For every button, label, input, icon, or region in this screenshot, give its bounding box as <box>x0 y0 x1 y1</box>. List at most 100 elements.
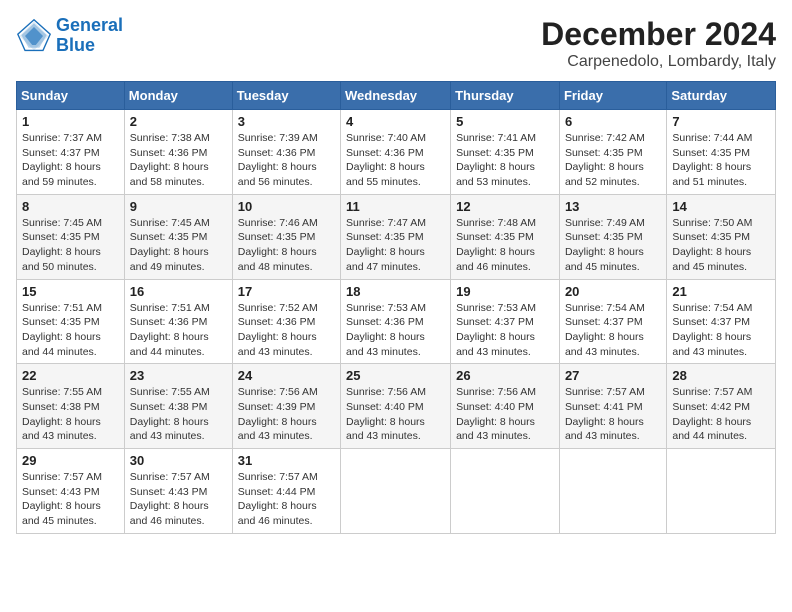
day-detail: Sunrise: 7:57 AMSunset: 4:43 PMDaylight:… <box>130 470 227 529</box>
month-title: December 2024 <box>541 16 776 53</box>
calendar-cell: 8 Sunrise: 7:45 AMSunset: 4:35 PMDayligh… <box>17 194 125 279</box>
title-area: December 2024 Carpenedolo, Lombardy, Ita… <box>541 16 776 71</box>
day-number: 24 <box>238 368 335 383</box>
day-number: 23 <box>130 368 227 383</box>
calendar-cell <box>341 449 451 534</box>
calendar-header-row: SundayMondayTuesdayWednesdayThursdayFrid… <box>17 82 776 110</box>
calendar-cell: 19 Sunrise: 7:53 AMSunset: 4:37 PMDaylig… <box>451 279 560 364</box>
calendar-cell: 1 Sunrise: 7:37 AMSunset: 4:37 PMDayligh… <box>17 110 125 195</box>
day-number: 20 <box>565 284 661 299</box>
day-number: 25 <box>346 368 445 383</box>
header: General Blue December 2024 Carpenedolo, … <box>16 16 776 71</box>
day-detail: Sunrise: 7:55 AMSunset: 4:38 PMDaylight:… <box>130 385 227 444</box>
calendar-cell: 24 Sunrise: 7:56 AMSunset: 4:39 PMDaylig… <box>232 364 340 449</box>
calendar-cell: 10 Sunrise: 7:46 AMSunset: 4:35 PMDaylig… <box>232 194 340 279</box>
calendar-cell: 21 Sunrise: 7:54 AMSunset: 4:37 PMDaylig… <box>667 279 776 364</box>
day-number: 11 <box>346 199 445 214</box>
day-detail: Sunrise: 7:57 AMSunset: 4:44 PMDaylight:… <box>238 470 335 529</box>
calendar-week-row: 1 Sunrise: 7:37 AMSunset: 4:37 PMDayligh… <box>17 110 776 195</box>
day-number: 3 <box>238 114 335 129</box>
day-number: 4 <box>346 114 445 129</box>
day-number: 30 <box>130 453 227 468</box>
day-detail: Sunrise: 7:54 AMSunset: 4:37 PMDaylight:… <box>565 301 661 360</box>
weekday-header: Friday <box>559 82 666 110</box>
day-detail: Sunrise: 7:50 AMSunset: 4:35 PMDaylight:… <box>672 216 770 275</box>
day-number: 7 <box>672 114 770 129</box>
day-detail: Sunrise: 7:51 AMSunset: 4:35 PMDaylight:… <box>22 301 119 360</box>
day-detail: Sunrise: 7:53 AMSunset: 4:36 PMDaylight:… <box>346 301 445 360</box>
calendar-cell: 25 Sunrise: 7:56 AMSunset: 4:40 PMDaylig… <box>341 364 451 449</box>
day-number: 18 <box>346 284 445 299</box>
day-number: 6 <box>565 114 661 129</box>
calendar-cell: 22 Sunrise: 7:55 AMSunset: 4:38 PMDaylig… <box>17 364 125 449</box>
calendar-week-row: 29 Sunrise: 7:57 AMSunset: 4:43 PMDaylig… <box>17 449 776 534</box>
day-number: 22 <box>22 368 119 383</box>
day-number: 16 <box>130 284 227 299</box>
day-detail: Sunrise: 7:57 AMSunset: 4:42 PMDaylight:… <box>672 385 770 444</box>
calendar-cell: 23 Sunrise: 7:55 AMSunset: 4:38 PMDaylig… <box>124 364 232 449</box>
day-number: 29 <box>22 453 119 468</box>
calendar-cell: 15 Sunrise: 7:51 AMSunset: 4:35 PMDaylig… <box>17 279 125 364</box>
calendar-cell: 6 Sunrise: 7:42 AMSunset: 4:35 PMDayligh… <box>559 110 666 195</box>
day-number: 26 <box>456 368 554 383</box>
weekday-header: Monday <box>124 82 232 110</box>
day-number: 21 <box>672 284 770 299</box>
calendar-body: 1 Sunrise: 7:37 AMSunset: 4:37 PMDayligh… <box>17 110 776 534</box>
day-detail: Sunrise: 7:39 AMSunset: 4:36 PMDaylight:… <box>238 131 335 190</box>
calendar-cell: 7 Sunrise: 7:44 AMSunset: 4:35 PMDayligh… <box>667 110 776 195</box>
day-number: 1 <box>22 114 119 129</box>
day-detail: Sunrise: 7:42 AMSunset: 4:35 PMDaylight:… <box>565 131 661 190</box>
day-detail: Sunrise: 7:49 AMSunset: 4:35 PMDaylight:… <box>565 216 661 275</box>
day-number: 27 <box>565 368 661 383</box>
calendar-cell <box>559 449 666 534</box>
day-detail: Sunrise: 7:46 AMSunset: 4:35 PMDaylight:… <box>238 216 335 275</box>
day-number: 15 <box>22 284 119 299</box>
calendar-cell: 29 Sunrise: 7:57 AMSunset: 4:43 PMDaylig… <box>17 449 125 534</box>
location-title: Carpenedolo, Lombardy, Italy <box>541 53 776 71</box>
calendar-cell <box>667 449 776 534</box>
weekday-header: Saturday <box>667 82 776 110</box>
logo-icon <box>16 18 52 54</box>
calendar-cell: 12 Sunrise: 7:48 AMSunset: 4:35 PMDaylig… <box>451 194 560 279</box>
calendar-cell: 2 Sunrise: 7:38 AMSunset: 4:36 PMDayligh… <box>124 110 232 195</box>
day-detail: Sunrise: 7:45 AMSunset: 4:35 PMDaylight:… <box>130 216 227 275</box>
day-detail: Sunrise: 7:53 AMSunset: 4:37 PMDaylight:… <box>456 301 554 360</box>
day-detail: Sunrise: 7:41 AMSunset: 4:35 PMDaylight:… <box>456 131 554 190</box>
day-number: 28 <box>672 368 770 383</box>
calendar-cell: 18 Sunrise: 7:53 AMSunset: 4:36 PMDaylig… <box>341 279 451 364</box>
calendar-table: SundayMondayTuesdayWednesdayThursdayFrid… <box>16 81 776 534</box>
day-detail: Sunrise: 7:56 AMSunset: 4:39 PMDaylight:… <box>238 385 335 444</box>
calendar-week-row: 8 Sunrise: 7:45 AMSunset: 4:35 PMDayligh… <box>17 194 776 279</box>
calendar-cell: 5 Sunrise: 7:41 AMSunset: 4:35 PMDayligh… <box>451 110 560 195</box>
calendar-cell: 13 Sunrise: 7:49 AMSunset: 4:35 PMDaylig… <box>559 194 666 279</box>
calendar-cell: 14 Sunrise: 7:50 AMSunset: 4:35 PMDaylig… <box>667 194 776 279</box>
logo-text: General Blue <box>56 16 123 56</box>
calendar-cell: 11 Sunrise: 7:47 AMSunset: 4:35 PMDaylig… <box>341 194 451 279</box>
day-number: 2 <box>130 114 227 129</box>
day-number: 10 <box>238 199 335 214</box>
day-detail: Sunrise: 7:47 AMSunset: 4:35 PMDaylight:… <box>346 216 445 275</box>
day-detail: Sunrise: 7:44 AMSunset: 4:35 PMDaylight:… <box>672 131 770 190</box>
weekday-header: Thursday <box>451 82 560 110</box>
calendar-cell: 20 Sunrise: 7:54 AMSunset: 4:37 PMDaylig… <box>559 279 666 364</box>
day-number: 9 <box>130 199 227 214</box>
day-detail: Sunrise: 7:37 AMSunset: 4:37 PMDaylight:… <box>22 131 119 190</box>
calendar-cell: 27 Sunrise: 7:57 AMSunset: 4:41 PMDaylig… <box>559 364 666 449</box>
logo: General Blue <box>16 16 123 56</box>
day-number: 14 <box>672 199 770 214</box>
calendar-cell: 4 Sunrise: 7:40 AMSunset: 4:36 PMDayligh… <box>341 110 451 195</box>
calendar-cell: 17 Sunrise: 7:52 AMSunset: 4:36 PMDaylig… <box>232 279 340 364</box>
day-detail: Sunrise: 7:57 AMSunset: 4:41 PMDaylight:… <box>565 385 661 444</box>
day-number: 19 <box>456 284 554 299</box>
day-number: 12 <box>456 199 554 214</box>
weekday-header: Tuesday <box>232 82 340 110</box>
calendar-cell: 9 Sunrise: 7:45 AMSunset: 4:35 PMDayligh… <box>124 194 232 279</box>
weekday-header: Wednesday <box>341 82 451 110</box>
calendar-cell: 3 Sunrise: 7:39 AMSunset: 4:36 PMDayligh… <box>232 110 340 195</box>
day-detail: Sunrise: 7:54 AMSunset: 4:37 PMDaylight:… <box>672 301 770 360</box>
calendar-cell: 31 Sunrise: 7:57 AMSunset: 4:44 PMDaylig… <box>232 449 340 534</box>
calendar-cell: 30 Sunrise: 7:57 AMSunset: 4:43 PMDaylig… <box>124 449 232 534</box>
calendar-cell: 28 Sunrise: 7:57 AMSunset: 4:42 PMDaylig… <box>667 364 776 449</box>
day-detail: Sunrise: 7:48 AMSunset: 4:35 PMDaylight:… <box>456 216 554 275</box>
day-detail: Sunrise: 7:55 AMSunset: 4:38 PMDaylight:… <box>22 385 119 444</box>
